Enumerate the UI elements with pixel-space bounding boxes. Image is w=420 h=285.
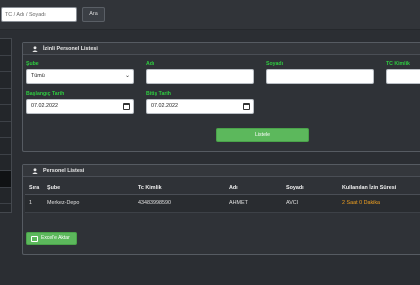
sidebar-item[interactable]: [0, 105, 11, 122]
sidebar-item[interactable]: [0, 72, 11, 89]
sidebar-item[interactable]: [0, 138, 11, 155]
column-header-izin[interactable]: Kullanılan İzin Süresi: [342, 185, 396, 191]
sidebar-item[interactable]: [0, 122, 11, 138]
sidebar-item[interactable]: [0, 188, 11, 204]
user-icon: [32, 168, 38, 174]
soyadi-field[interactable]: [266, 69, 374, 84]
listele-button[interactable]: Listele: [216, 128, 309, 142]
personel-panel-header: Personel Listesi: [23, 165, 420, 177]
sidebar: [0, 38, 12, 213]
baslangic-label: Başlangıç Tarih: [26, 91, 65, 97]
search-button[interactable]: Ara: [82, 7, 105, 22]
adi-field[interactable]: [146, 69, 254, 84]
column-header-tc[interactable]: Tc Kimlik: [138, 185, 162, 191]
excel-icon: [31, 236, 38, 242]
sidebar-item[interactable]: [0, 89, 11, 105]
izinli-panel-header: İzinli Personel Listesi: [23, 43, 420, 55]
cell-izin-suresi: 2 Saat 0 Dakika: [342, 200, 381, 206]
baslangic-date-field[interactable]: 07.02.2022: [26, 99, 134, 114]
bitis-date-field[interactable]: 07.02.2022: [146, 99, 254, 114]
column-header-sira[interactable]: Sıra: [29, 185, 39, 191]
adi-label: Adı: [146, 61, 155, 67]
top-bar: Ara: [0, 0, 420, 30]
sube-label: Şube: [26, 61, 39, 67]
cell-tc: 43483998590: [138, 200, 171, 206]
sidebar-item[interactable]: [0, 39, 11, 56]
cell-sube: Merkez-Depo: [47, 200, 80, 206]
soyadi-label: Soyadı: [266, 61, 284, 67]
calendar-icon[interactable]: [243, 103, 250, 110]
user-icon: [32, 46, 38, 52]
table-row[interactable]: 1 Merkez-Depo 43483998590 AHMET AVCI 2 S…: [25, 195, 420, 213]
sidebar-item[interactable]: [0, 56, 11, 72]
excel-export-label: Excel'e Aktar: [41, 235, 70, 241]
cell-soyadi: AVCI: [286, 200, 299, 206]
bitis-label: Bitiş Tarih: [146, 91, 171, 97]
calendar-icon[interactable]: [123, 103, 130, 110]
cell-adi: AHMET: [229, 200, 248, 206]
excel-export-button[interactable]: Excel'e Aktar: [26, 232, 77, 245]
chevron-down-icon: ⌄: [124, 73, 130, 79]
sube-select[interactable]: Tümü ⌄: [26, 69, 134, 84]
baslangic-date-value: 07.02.2022: [31, 103, 58, 109]
sube-select-value: Tümü: [31, 73, 45, 79]
cell-sira: 1: [29, 200, 32, 206]
sidebar-item-active[interactable]: [0, 171, 11, 188]
table-header: Sıra Şube Tc Kimlik Adı Soyadı Kullanıla…: [25, 181, 420, 195]
panel-title: Personel Listesi: [43, 168, 85, 174]
column-header-soyadi[interactable]: Soyadı: [286, 185, 304, 191]
bitis-date-value: 07.02.2022: [151, 103, 178, 109]
column-header-sube[interactable]: Şube: [47, 185, 60, 191]
search-input[interactable]: [1, 7, 77, 22]
tc-field[interactable]: [386, 69, 420, 84]
panel-title: İzinli Personel Listesi: [43, 46, 98, 52]
personel-table: Sıra Şube Tc Kimlik Adı Soyadı Kullanıla…: [25, 181, 420, 213]
sidebar-item[interactable]: [0, 155, 11, 171]
column-header-adi[interactable]: Adı: [229, 185, 238, 191]
tc-label: TC Kimlik: [386, 61, 410, 67]
